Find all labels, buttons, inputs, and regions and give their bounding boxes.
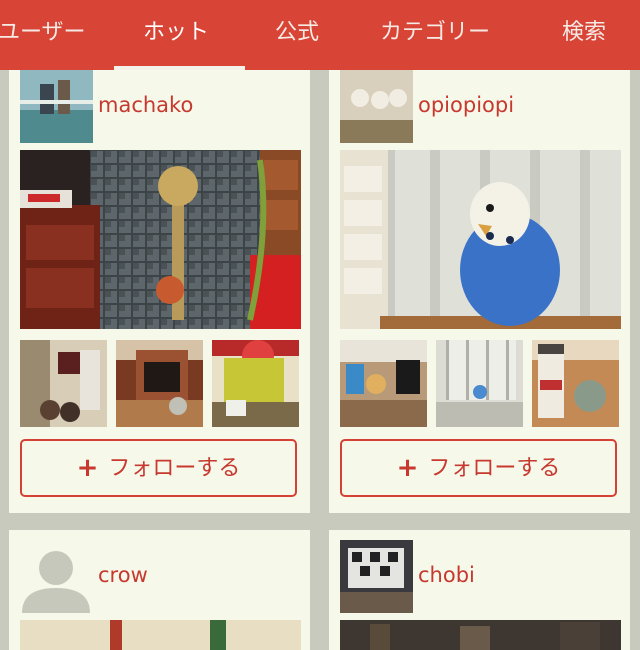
thumbnail-photo[interactable]: [532, 340, 619, 427]
avatar[interactable]: [20, 70, 93, 143]
avatar[interactable]: [340, 70, 413, 143]
follow-button[interactable]: + フォローする: [340, 439, 617, 497]
plus-icon: +: [76, 453, 99, 483]
featured-photo[interactable]: [340, 150, 621, 329]
avatar[interactable]: [20, 540, 93, 613]
thumbnail-photo[interactable]: [340, 340, 427, 427]
username[interactable]: opiopiopi: [418, 93, 514, 117]
avatar-photo: [20, 70, 93, 143]
tab-users[interactable]: ユーザー: [0, 0, 86, 70]
tab-hot[interactable]: ホット: [143, 0, 209, 70]
top-nav-bar: ユーザー ホット 公式 カテゴリー 検索: [0, 0, 640, 70]
tab-official[interactable]: 公式: [275, 0, 319, 70]
thumbnail-photo[interactable]: [436, 340, 523, 427]
tab-category[interactable]: カテゴリー: [380, 0, 490, 70]
follow-button[interactable]: + フォローする: [20, 439, 297, 497]
featured-photo[interactable]: [340, 620, 621, 650]
featured-photo[interactable]: [20, 620, 301, 650]
avatar-photo: [340, 70, 413, 143]
plus-icon: +: [396, 453, 419, 483]
avatar[interactable]: [340, 540, 413, 613]
username[interactable]: machako: [98, 93, 193, 117]
follow-button-label: フォローする: [428, 456, 561, 481]
active-tab-indicator: [114, 66, 245, 70]
user-card-opiopiopi: opiopiopi + フォローする: [329, 60, 630, 513]
avatar-photo: [340, 540, 413, 613]
thumbnail-photo[interactable]: [212, 340, 299, 427]
thumbnail-photo[interactable]: [20, 340, 107, 427]
featured-photo[interactable]: [20, 150, 301, 329]
username[interactable]: chobi: [418, 563, 475, 587]
user-card-machako: machako + フォローする: [9, 60, 310, 513]
user-silhouette-icon: [22, 551, 90, 613]
user-card-crow: crow: [9, 530, 310, 650]
tab-search[interactable]: 検索: [562, 0, 606, 70]
user-card-chobi: chobi: [329, 530, 630, 650]
follow-button-label: フォローする: [108, 456, 241, 481]
thumbnail-photo[interactable]: [116, 340, 203, 427]
username[interactable]: crow: [98, 563, 148, 587]
